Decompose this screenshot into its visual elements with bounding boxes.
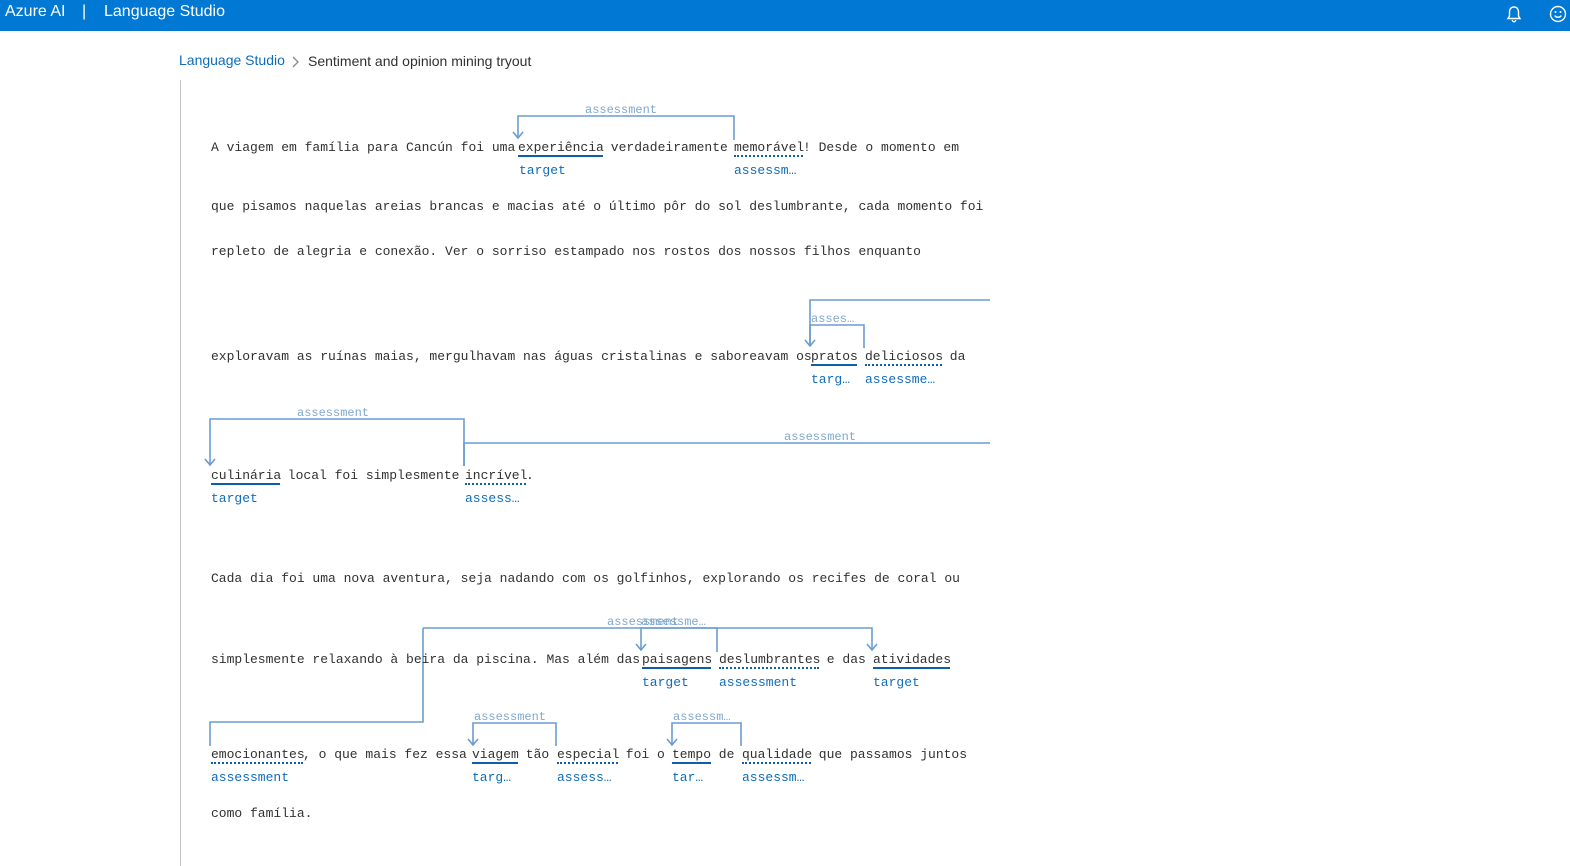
arc-paisagens-deslumbrantes — [640, 627, 718, 652]
arc-incrivel-overflow — [463, 442, 990, 466]
assessment-tag: assessm… — [742, 770, 805, 785]
text-segment: da — [942, 349, 966, 364]
arc-label: asses… — [811, 312, 855, 326]
assessment-tag: assess… — [557, 770, 612, 785]
target-underline — [811, 364, 857, 366]
assessment-tag: assessment — [211, 770, 290, 785]
text-segment: simplesmente relaxando à beira da piscin… — [211, 652, 648, 667]
arc-pratos-deliciosos — [809, 324, 865, 348]
assessment-tag: assessm… — [734, 163, 797, 178]
text-segment: foi o — [618, 747, 673, 762]
assessment-word[interactable]: especial — [557, 747, 619, 762]
assessment-word[interactable]: deliciosos — [865, 349, 943, 364]
arc-label: assessm… — [673, 710, 731, 724]
assessment-word[interactable]: deslumbrantes — [719, 652, 820, 667]
assessment-word[interactable]: incrível — [465, 468, 527, 483]
arc-label: assessment — [585, 103, 658, 117]
arc-atividades — [423, 627, 873, 650]
text-segment: ! Desde o momento em — [803, 140, 960, 155]
target-word[interactable]: paisagens — [642, 652, 712, 667]
target-tag: target — [873, 675, 920, 690]
text-segment: verdadeiramente — [603, 140, 736, 155]
text-line: repleto de alegria e conexão. Ver o sorr… — [211, 244, 921, 259]
target-underline — [518, 155, 603, 157]
target-word[interactable]: atividades — [873, 652, 951, 667]
assessment-underline — [557, 762, 618, 764]
target-underline — [672, 762, 711, 764]
assessment-underline — [865, 364, 942, 366]
arc-viagem-especial — [472, 722, 557, 746]
assessment-underline — [719, 667, 819, 669]
text-segment — [711, 652, 719, 667]
target-underline — [642, 667, 711, 669]
text-segment: , o que mais fez essa — [303, 747, 475, 762]
text-line: como família. — [211, 806, 313, 821]
text-segment: de — [711, 747, 743, 762]
target-tag: target — [211, 491, 258, 506]
assessment-tag: assessme… — [865, 372, 936, 387]
arc-tempo-qualidade — [671, 722, 742, 746]
assessment-underline — [734, 155, 803, 157]
arc-label: assessment — [784, 430, 857, 444]
text-segment: e das — [819, 652, 874, 667]
text-segment: A viagem em família para Cancún foi uma — [211, 140, 524, 155]
assessment-tag: assess… — [465, 491, 520, 506]
assessment-word[interactable]: emocionantes — [211, 747, 305, 762]
text-line: que pisamos naquelas areias brancas e ma… — [211, 199, 984, 214]
assessment-tag: assessment — [719, 675, 798, 690]
assessment-word[interactable]: memorável — [734, 140, 804, 155]
assessment-word[interactable]: qualidade — [742, 747, 812, 762]
arc-emocionantes-link — [209, 628, 424, 746]
target-word[interactable]: tempo — [672, 747, 711, 762]
target-underline — [472, 762, 518, 764]
target-word[interactable]: pratos — [811, 349, 858, 364]
assessment-underline — [465, 483, 526, 485]
target-tag: tar… — [672, 770, 704, 785]
target-underline — [873, 667, 950, 669]
target-word[interactable]: experiência — [518, 140, 604, 155]
text-line: Cada dia foi uma nova aventura, seja nad… — [211, 571, 960, 586]
assessment-underline — [742, 762, 811, 764]
target-tag: target — [642, 675, 689, 690]
target-word[interactable]: viagem — [472, 747, 519, 762]
arc-experiencia-memoravel — [517, 115, 735, 140]
target-tag: targ… — [472, 770, 512, 785]
text-segment: tão — [518, 747, 558, 762]
text-segment: local foi simplesmente — [280, 468, 468, 483]
assessment-underline — [211, 762, 303, 764]
arc-label: assessment — [474, 710, 547, 724]
text-segment: que passamos juntos — [811, 747, 968, 762]
target-word[interactable]: culinária — [211, 468, 281, 483]
target-tag: targ… — [811, 372, 851, 387]
text-segment: . — [526, 468, 534, 483]
text-segment: exploravam as ruínas maias, mergulhavam … — [211, 349, 820, 364]
target-tag: target — [519, 163, 566, 178]
arc-label: assessment — [297, 406, 370, 420]
text-segment — [857, 349, 865, 364]
target-underline — [211, 483, 280, 485]
arc-label: assessme… — [641, 615, 706, 629]
arc-culinaria-incrivel — [209, 418, 465, 466]
